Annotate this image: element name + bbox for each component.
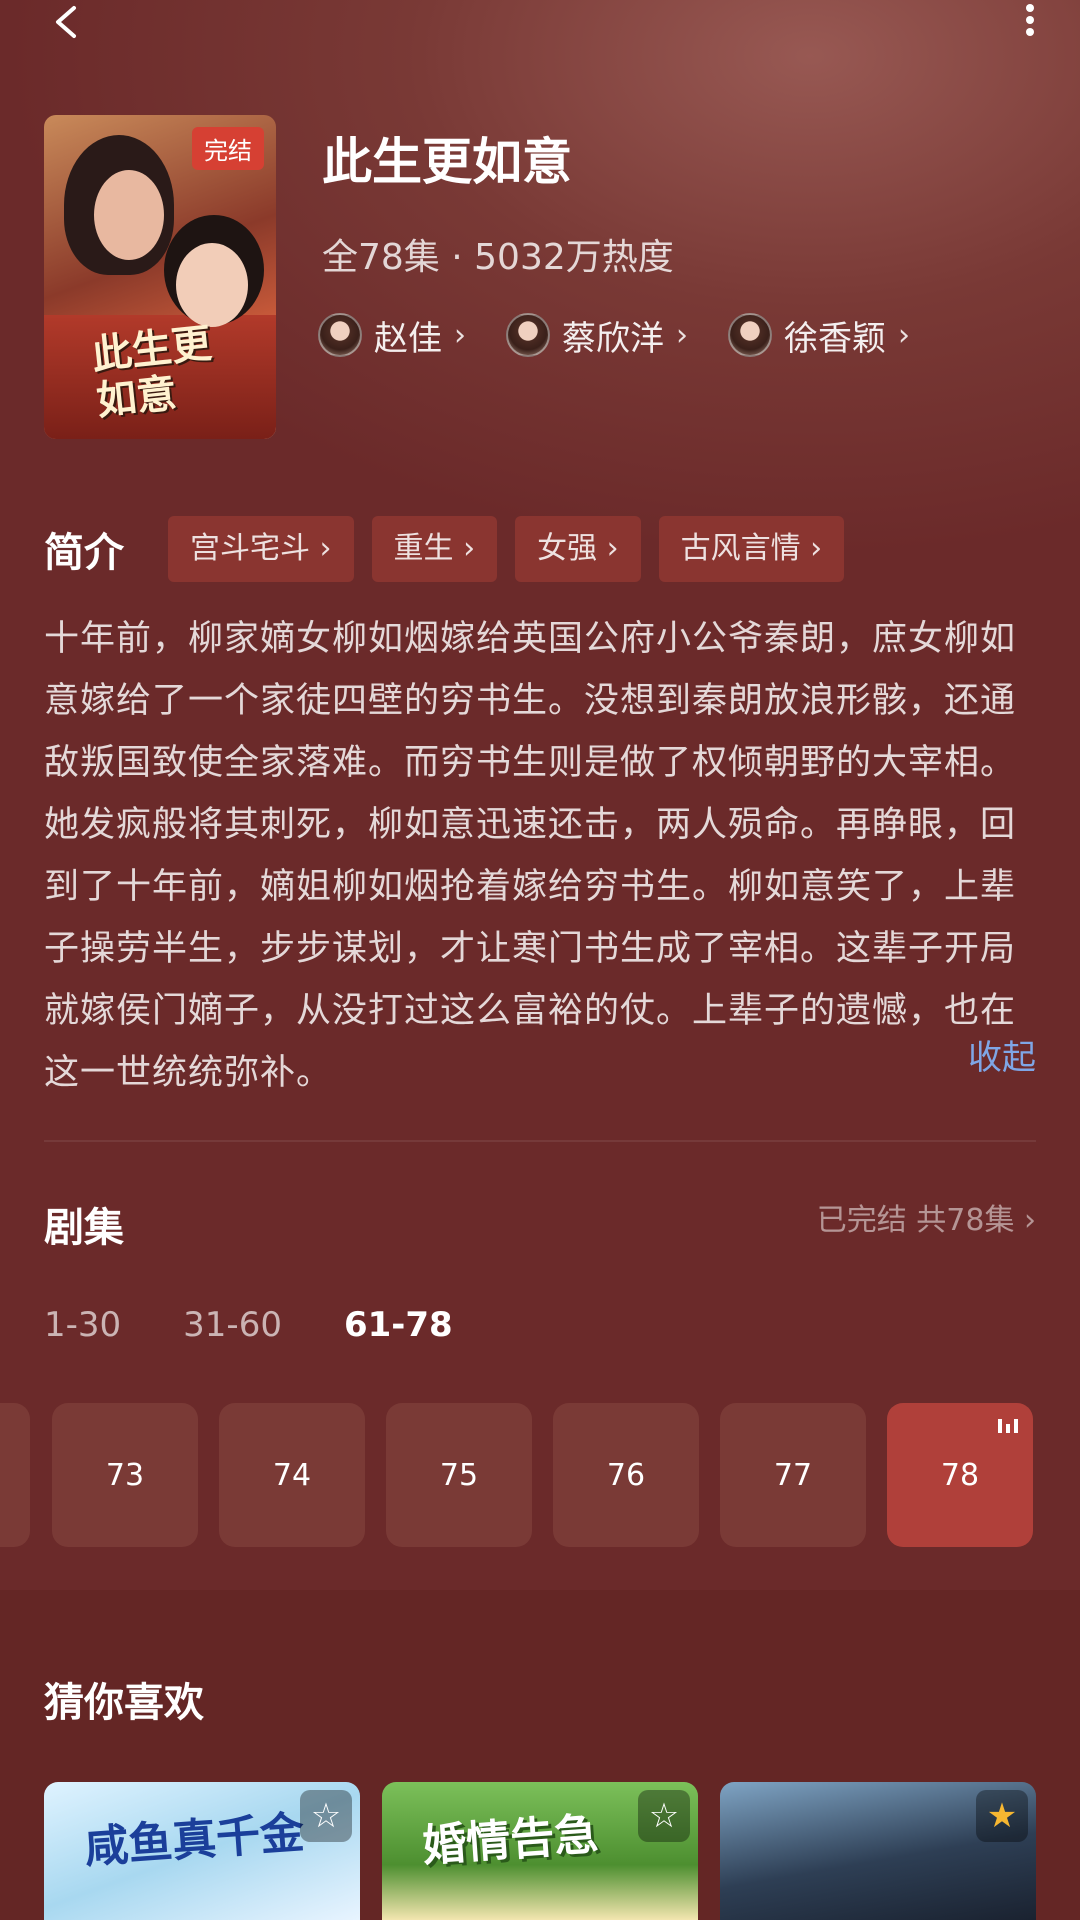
episodes-status-link[interactable]: 已完结 共78集 › <box>817 1195 1036 1239</box>
episode-grid: 73 74 75 76 77 78 <box>0 1403 1080 1547</box>
more-vertical-icon <box>1026 4 1034 36</box>
star-icon[interactable]: ☆ <box>300 1790 352 1842</box>
episode-button[interactable]: 77 <box>720 1403 866 1547</box>
cast-item[interactable]: 赵佳 › <box>318 310 466 360</box>
tab-range-3[interactable]: 61-78 <box>344 1305 453 1345</box>
episode-button[interactable]: 75 <box>386 1403 532 1547</box>
cast-name: 徐香颖 <box>784 318 886 359</box>
episode-button-current[interactable]: 78 <box>887 1403 1033 1547</box>
drama-title: 此生更如意 <box>322 133 572 191</box>
episodes-title: 剧集 <box>44 1205 124 1251</box>
episode-range-tabs: 1-30 31-60 61-78 <box>44 1305 453 1345</box>
collapse-link[interactable]: 收起 <box>968 1030 1036 1079</box>
back-arrow-icon <box>56 6 76 38</box>
chevron-right-icon: › <box>454 317 466 353</box>
episode-button-partial[interactable] <box>0 1403 30 1547</box>
cast-name: 蔡欣洋 <box>562 318 664 359</box>
completed-badge: 完结 <box>192 127 264 170</box>
avatar <box>728 313 772 357</box>
now-playing-icon <box>998 1419 1018 1433</box>
episode-button[interactable]: 74 <box>219 1403 365 1547</box>
recommend-card-title: 婚情告急 <box>420 1808 600 1873</box>
more-options-button[interactable] <box>1010 0 1050 60</box>
back-button[interactable] <box>40 0 100 60</box>
recommend-card[interactable]: ★ <box>720 1782 1036 1920</box>
episode-button[interactable]: 73 <box>52 1403 198 1547</box>
cast-name: 赵佳 <box>374 318 442 359</box>
genre-tag[interactable]: 古风言情 › <box>658 516 845 582</box>
synopsis-text: 十年前，柳家嫡女柳如烟嫁给英国公府小公爷秦朗，庶女柳如意嫁给了一个家徒四壁的穷书… <box>44 619 1017 1093</box>
episode-button[interactable]: 76 <box>553 1403 699 1547</box>
top-bar <box>0 0 1080 90</box>
chevron-right-icon: › <box>676 317 688 353</box>
drama-meta: 全78集 · 5032万热度 <box>322 237 674 278</box>
tab-range-1[interactable]: 1-30 <box>44 1305 121 1345</box>
cast-item[interactable]: 徐香颖 › <box>728 310 910 360</box>
cast-list: 赵佳 › 蔡欣洋 › 徐香颖 › <box>318 310 910 360</box>
genre-tag[interactable]: 宫斗宅斗 › <box>168 516 354 582</box>
intro-label: 简介 <box>44 530 124 576</box>
intro-header: 简介 宫斗宅斗 › 重生 › 女强 › 古风言情 › <box>44 515 862 583</box>
cast-item[interactable]: 蔡欣洋 › <box>506 310 688 360</box>
star-icon[interactable]: ★ <box>976 1790 1028 1842</box>
tab-range-2[interactable]: 31-60 <box>183 1305 282 1345</box>
star-icon[interactable]: ☆ <box>638 1790 690 1842</box>
recommend-card[interactable]: 咸鱼真千金 ☆ <box>44 1782 360 1920</box>
genre-tag[interactable]: 女强 › <box>515 516 641 582</box>
poster-title-art: 此生更如意 <box>89 319 214 425</box>
drama-poster[interactable]: 此生更如意 完结 <box>44 115 276 439</box>
recommend-title: 猜你喜欢 <box>44 1680 204 1726</box>
chevron-right-icon: › <box>898 317 910 353</box>
avatar <box>318 313 362 357</box>
genre-tag[interactable]: 重生 › <box>371 516 498 582</box>
avatar <box>506 313 550 357</box>
divider <box>44 1140 1036 1142</box>
recommend-card[interactable]: 婚情告急 ☆ <box>382 1782 698 1920</box>
